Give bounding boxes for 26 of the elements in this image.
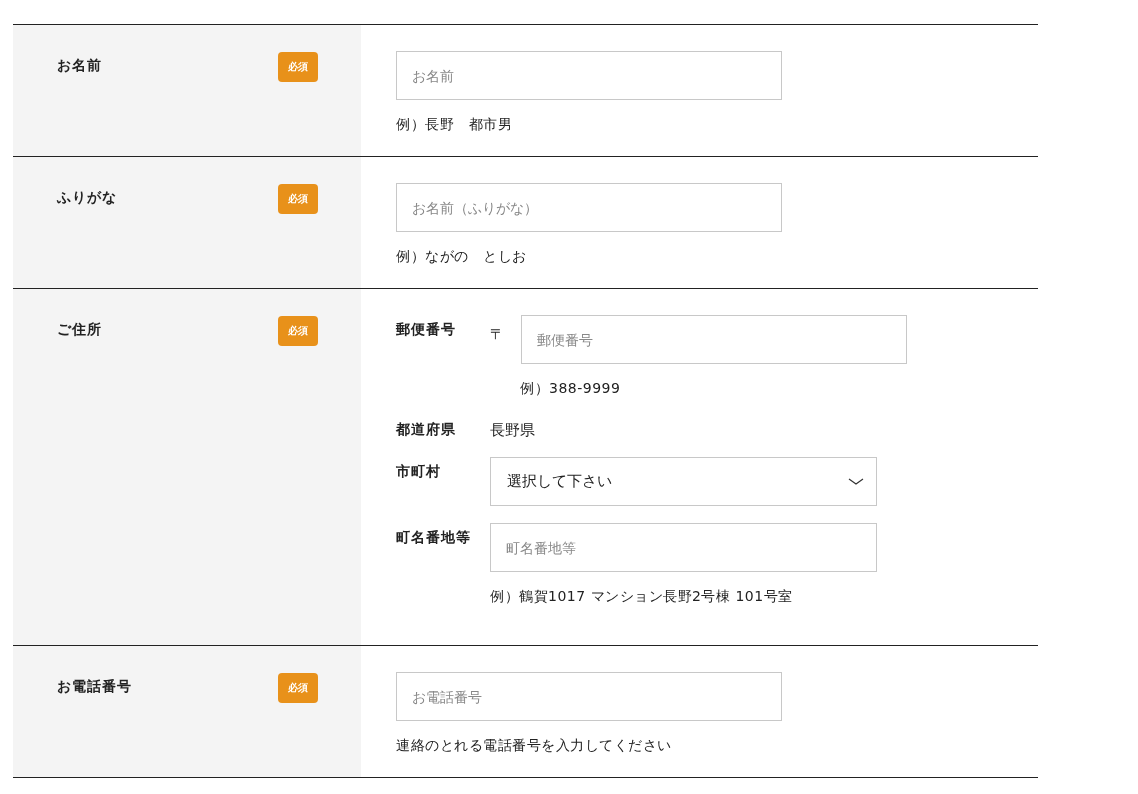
field-label: ご住所 xyxy=(57,321,102,339)
text-field[interactable]: お名前（ふりがな） xyxy=(396,183,782,232)
prefecture-value: 長野県 xyxy=(490,421,536,440)
city-select[interactable]: 選択して下さい xyxy=(490,457,877,506)
hint-text: 例）ながの としお xyxy=(396,248,528,266)
field-label: ふりがな xyxy=(57,189,117,207)
hint-text: 例）388-9999 xyxy=(520,380,622,398)
sub-label: 郵便番号 xyxy=(396,321,457,339)
required-badge: 必須 xyxy=(278,184,318,214)
hint-text: 連絡のとれる電話番号を入力してください xyxy=(396,737,673,755)
sub-label: 町名番地等 xyxy=(396,529,472,547)
required-badge: 必須 xyxy=(278,673,318,703)
hint-text: 例）鶴賀1017 マンション長野2号棟 101号室 xyxy=(490,588,794,606)
address-field[interactable]: 町名番地等 xyxy=(490,523,877,572)
text-field[interactable]: お名前 xyxy=(396,51,782,100)
sub-label: 都道府県 xyxy=(396,421,457,439)
required-badge: 必須 xyxy=(278,316,318,346)
chevron-down-icon xyxy=(848,477,864,486)
postal-code-field[interactable]: 郵便番号 xyxy=(521,315,907,364)
required-badge: 必須 xyxy=(278,52,318,82)
text-field[interactable]: お電話番号 xyxy=(396,672,782,721)
field-label: お電話番号 xyxy=(57,678,132,696)
postal-mark: 〒 xyxy=(490,325,504,344)
field-label: お名前 xyxy=(57,57,102,75)
sub-label: 市町村 xyxy=(396,463,442,481)
hint-text: 例）長野 都市男 xyxy=(396,116,513,134)
